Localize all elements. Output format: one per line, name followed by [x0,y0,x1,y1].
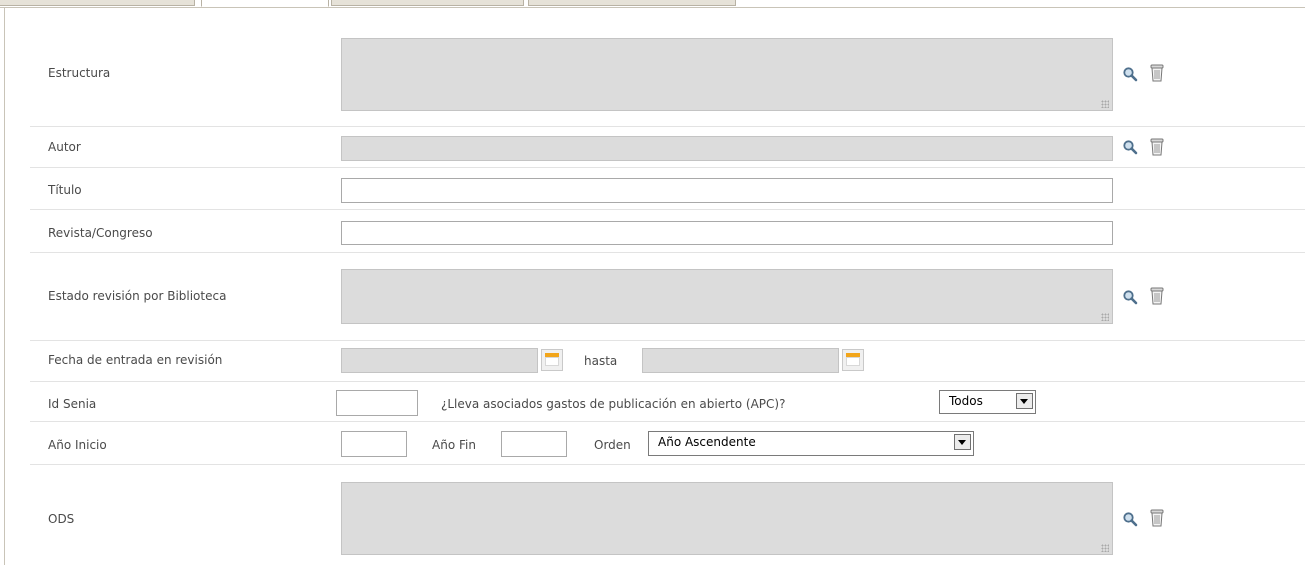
row-divider [30,340,1305,341]
autor-field[interactable] [341,136,1113,161]
trash-icon[interactable] [1149,286,1165,306]
orden-select[interactable]: Año Ascendente [648,431,974,456]
titulo-input[interactable] [341,178,1113,203]
revista-label: Revista/Congreso [48,226,153,240]
titulo-label: Título [48,183,82,197]
orden-label: Orden [594,438,631,452]
search-icon[interactable] [1122,511,1138,527]
apc-label: ¿Lleva asociados gastos de publicación e… [441,397,786,411]
apc-select-value: Todos [949,394,983,408]
resize-grip[interactable] [1101,544,1109,552]
estructura-field[interactable] [341,38,1113,111]
tab-1[interactable] [0,0,195,6]
row-divider [30,381,1305,382]
fecha-label: Fecha de entrada en revisión [48,353,223,367]
orden-select-value: Año Ascendente [658,435,756,449]
chevron-down-icon[interactable] [1016,393,1033,409]
resize-grip[interactable] [1101,100,1109,108]
calendar-icon[interactable] [842,349,864,371]
search-icon[interactable] [1122,139,1138,155]
fecha-hasta-input[interactable] [642,348,839,373]
anio-inicio-input[interactable] [341,431,407,457]
anio-fin-input[interactable] [501,431,567,457]
tab-2[interactable] [201,0,329,7]
ods-field[interactable] [341,482,1113,555]
calendar-icon[interactable] [541,349,563,371]
row-divider [30,126,1305,127]
idsenia-label: Id Senia [48,397,97,411]
anio-inicio-label: Año Inicio [48,438,107,452]
tab-3[interactable] [331,0,524,6]
row-divider [30,252,1305,253]
trash-icon[interactable] [1149,508,1165,528]
revista-input[interactable] [341,221,1113,245]
fecha-desde-input[interactable] [341,348,538,373]
chevron-down-icon[interactable] [954,434,971,450]
trash-icon[interactable] [1149,137,1165,157]
ods-label: ODS [48,512,75,526]
row-divider [30,464,1305,465]
search-icon[interactable] [1122,289,1138,305]
anio-fin-label: Año Fin [432,438,476,452]
row-divider [30,209,1305,210]
estructura-label: Estructura [48,66,111,80]
hasta-label: hasta [584,354,618,368]
estado-field[interactable] [341,269,1113,324]
row-divider [30,421,1305,422]
autor-label: Autor [48,140,81,154]
estado-label: Estado revisión por Biblioteca [48,289,227,303]
apc-select[interactable]: Todos [939,390,1036,414]
idsenia-input[interactable] [336,390,418,416]
trash-icon[interactable] [1149,63,1165,83]
resize-grip[interactable] [1101,313,1109,321]
row-divider [30,167,1305,168]
tab-4[interactable] [528,0,736,6]
search-icon[interactable] [1122,66,1138,82]
